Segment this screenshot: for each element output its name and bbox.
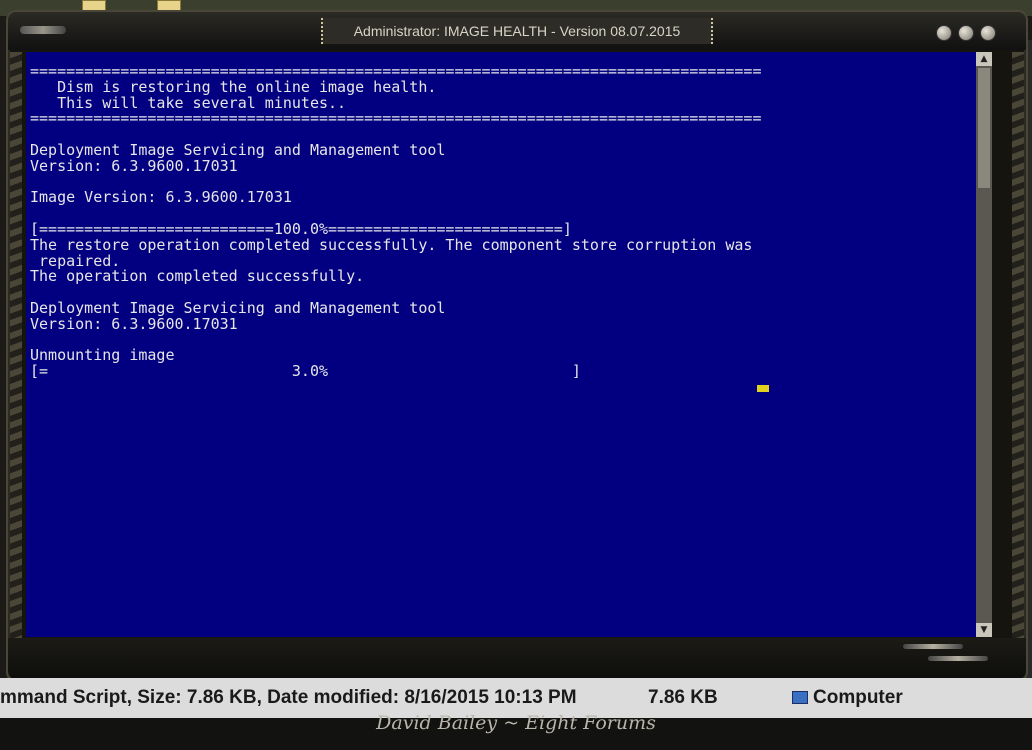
window-border-left [10,52,22,650]
title-bar[interactable]: Administrator: IMAGE HEALTH - Version 08… [8,12,1026,50]
text-cursor [757,385,769,392]
minimize-button[interactable] [936,25,952,41]
console-window: Administrator: IMAGE HEALTH - Version 08… [6,10,1028,682]
close-button[interactable] [980,25,996,41]
vertical-scrollbar[interactable]: ▲ ▼ [976,52,992,637]
console-output[interactable]: ========================================… [26,52,976,637]
maximize-button[interactable] [958,25,974,41]
window-title: Administrator: IMAGE HEALTH - Version 08… [321,18,713,44]
computer-icon [792,691,808,704]
frame-bolt-icon [928,656,988,661]
scroll-up-arrow-icon[interactable]: ▲ [976,52,992,66]
location-label: Computer [813,687,903,708]
window-border-right [1012,52,1024,650]
scroll-thumb[interactable] [978,68,990,188]
scroll-down-arrow-icon[interactable]: ▼ [976,623,992,637]
console-text: ========================================… [30,62,762,381]
frame-bolt-icon [903,644,963,649]
window-bottom-frame [8,638,1026,680]
system-menu-icon[interactable] [20,26,66,34]
signature-text: David Bailey ~ Eight Forums [376,712,656,734]
